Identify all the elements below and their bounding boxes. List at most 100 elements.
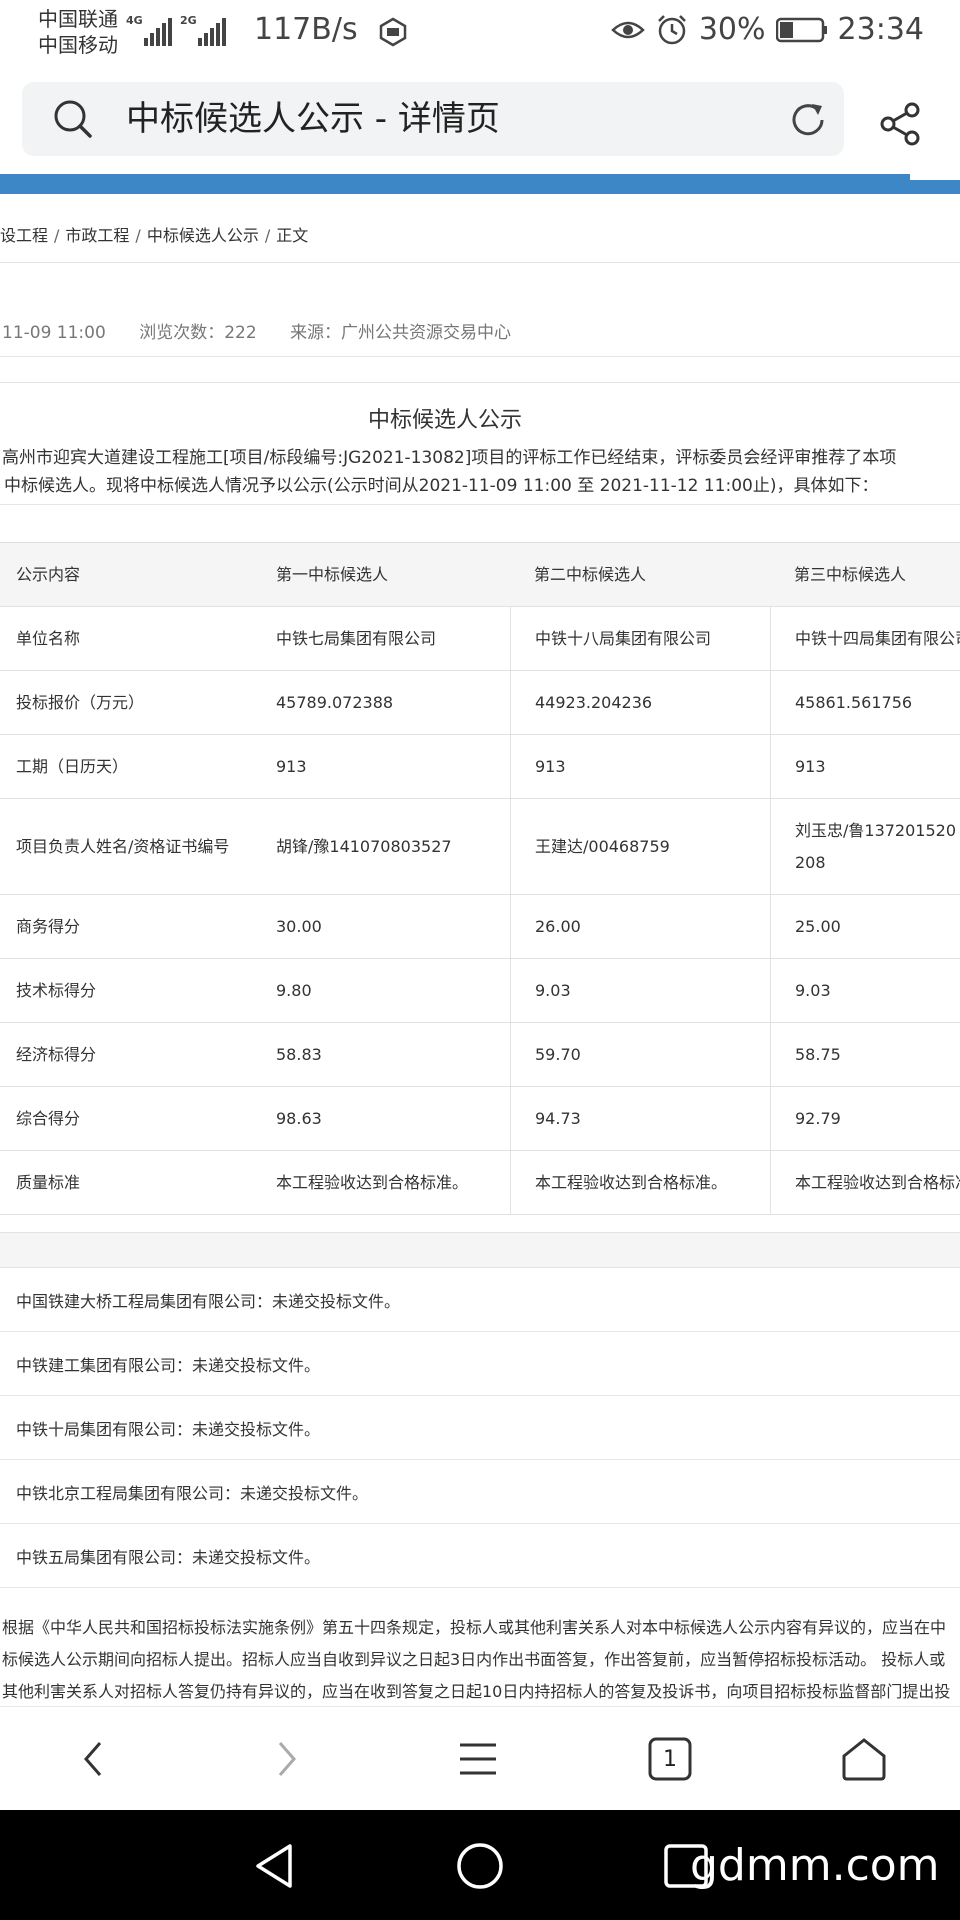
table-cell: 投标报价（万元） [16, 692, 145, 712]
page-title[interactable]: 中标候选人公示 - 详情页 [126, 98, 500, 140]
legal-line: 标候选人公示期间向招标人提出。招标人应当自收到异议之日起3日内作出书面答复，作出… [2, 1650, 946, 1669]
table-cell: 刘玉忠/鲁137201520208 [770, 799, 960, 894]
table-separator [0, 1232, 960, 1268]
table-cell: 913 [510, 735, 770, 798]
tabs-button[interactable]: 1 [640, 1729, 700, 1789]
legal-line: 根据《中华人民共和国招标投标法实施条例》第五十四条规定，投标人或其他利害关系人对… [2, 1618, 947, 1637]
table-header: 公示内容 第一中标候选人 第二中标候选人 第三中标候选人 [0, 543, 960, 607]
system-navigation-bar: gdmm.com [0, 1810, 960, 1920]
signal-icons: 4G 2G [126, 14, 226, 46]
alarm-icon [657, 14, 686, 44]
header-cell: 第三中标候选人 [794, 564, 907, 584]
chevron-right-icon [278, 1742, 296, 1776]
menu-icon [460, 1743, 496, 1775]
article-title: 中标候选人公示 [367, 408, 522, 433]
refresh-icon[interactable] [786, 98, 830, 142]
list-item: 中国铁建大桥工程局集团有限公司：未递交投标文件。 [0, 1268, 960, 1332]
candidate-table: 公示内容 第一中标候选人 第二中标候选人 第三中标候选人 单位名称 中铁七局集团… [0, 542, 960, 1215]
table-cell: 中铁十八局集团有限公司 [510, 607, 770, 670]
back-triangle-icon[interactable] [250, 1840, 302, 1892]
table-row: 综合得分 98.63 94.73 92.79 [0, 1087, 960, 1151]
search-icon[interactable] [52, 98, 94, 140]
breadcrumb-item[interactable]: 设工程 [0, 226, 48, 245]
table-cell: 单位名称 [16, 628, 81, 648]
breadcrumb-item[interactable]: 市政工程 [65, 226, 129, 245]
table-cell: 项目负责人姓名/资格证书编号 [16, 836, 230, 856]
table-cell: 中铁七局集团有限公司 [276, 628, 437, 648]
signal-2g-icon: 2G [180, 14, 226, 46]
table-row: 投标报价（万元） 45789.072388 44923.204236 45861… [0, 671, 960, 735]
carrier-1: 中国联通 [38, 7, 118, 31]
publish-date: 11-09 11:00 [2, 323, 106, 343]
home-circle-icon[interactable] [454, 1840, 506, 1892]
table-cell: 44923.204236 [510, 671, 770, 734]
browser-toolbar: 1 [0, 1706, 960, 1810]
table-cell: 9.03 [510, 959, 770, 1022]
table-cell: 59.70 [510, 1023, 770, 1086]
table-cell: 综合得分 [16, 1108, 81, 1128]
clock: 23:34 [837, 12, 924, 47]
legal-line: 其他利害关系人对招标人答复仍持有异议的，应当在收到答复之日起10日内持招标人的答… [2, 1682, 951, 1701]
table-row: 单位名称 中铁七局集团有限公司 中铁十八局集团有限公司 中铁十四局集团有限公司 [0, 607, 960, 671]
menu-button[interactable] [448, 1729, 508, 1789]
divider [0, 356, 960, 357]
signal-4g-icon: 4G [126, 14, 172, 46]
divider [0, 382, 960, 383]
table-row: 商务得分 30.00 26.00 25.00 [0, 895, 960, 959]
breadcrumb: 设工程 / 市政工程 / 中标候选人公示 / 正文 [0, 226, 309, 245]
net-type-1: 4G [126, 14, 143, 27]
table-cell: 技术标得分 [16, 980, 97, 1000]
table-cell: 本工程验收达到合格标准。 [276, 1172, 469, 1192]
legal-notice: 根据《中华人民共和国招标投标法实施条例》第五十四条规定，投标人或其他利害关系人对… [2, 1612, 952, 1706]
table-cell: 45789.072388 [276, 692, 394, 712]
intro-line: 高州市迎宾大道建设工程施工[项目/标段编号:JG2021-13082]项目的评标… [2, 448, 897, 468]
breadcrumb-item[interactable]: 中标候选人公示 [147, 226, 259, 245]
net-type-2: 2G [180, 14, 197, 27]
table-cell: 商务得分 [16, 916, 81, 936]
table-row: 质量标准 本工程验收达到合格标准。 本工程验收达到合格标准。 本工程验收达到合格… [0, 1151, 960, 1215]
table-cell: 913 [276, 756, 307, 776]
table-cell: 58.83 [276, 1044, 322, 1064]
list-item: 中铁十局集团有限公司：未递交投标文件。 [0, 1396, 960, 1460]
header-cell: 第一中标候选人 [276, 564, 389, 584]
table-cell: 30.00 [276, 916, 322, 936]
table-cell: 王建达/00468759 [510, 799, 770, 894]
list-item: 中铁北京工程局集团有限公司：未递交投标文件。 [0, 1460, 960, 1524]
back-button[interactable] [64, 1729, 124, 1789]
home-button[interactable] [834, 1729, 894, 1789]
table-cell: 本工程验收达到合格标准。 [770, 1151, 960, 1214]
breadcrumb-item: 正文 [276, 226, 309, 245]
network-speed: 117B/s [254, 12, 358, 47]
view-count: 浏览次数：222 [139, 323, 257, 343]
intro-line: 中标候选人。现将中标候选人情况予以公示(公示时间从2021-11-09 11:0… [4, 476, 879, 496]
tab-count: 1 [663, 1746, 677, 1772]
table-cell: 9.03 [770, 959, 960, 1022]
table-cell: 25.00 [770, 895, 960, 958]
home-icon [842, 1738, 886, 1781]
share-icon[interactable] [876, 100, 924, 148]
list-item: 中铁五局集团有限公司：未递交投标文件。 [0, 1524, 960, 1588]
divider [0, 504, 960, 505]
address-field[interactable]: 中标候选人公示 - 详情页 [22, 82, 844, 156]
list-item: 中铁建工集团有限公司：未递交投标文件。 [0, 1332, 960, 1396]
source: 来源：广州公共资源交易中心 [290, 323, 512, 343]
article-meta: 11-09 11:00 浏览次数：222 来源：广州公共资源交易中心 [2, 318, 539, 343]
table-cell: 质量标准 [16, 1172, 81, 1192]
table-row: 工期（日历天） 913 913 913 [0, 735, 960, 799]
table-row: 技术标得分 9.80 9.03 9.03 [0, 959, 960, 1023]
browser-address-bar: 中标候选人公示 - 详情页 [0, 64, 960, 174]
table-cell: 工期（日历天） [16, 756, 129, 776]
table-cell: 胡锋/豫141070803527 [276, 836, 452, 856]
header-cell: 公示内容 [16, 564, 81, 584]
table-row: 项目负责人姓名/资格证书编号 胡锋/豫141070803527 王建达/0046… [0, 799, 960, 895]
table-row: 经济标得分 58.83 59.70 58.75 [0, 1023, 960, 1087]
table-cell: 经济标得分 [16, 1044, 97, 1064]
eye-comfort-icon [611, 21, 645, 38]
table-cell: 9.80 [276, 980, 312, 1000]
forward-button[interactable] [256, 1729, 316, 1789]
carrier-2: 中国移动 [38, 33, 118, 57]
battery-icon [775, 17, 827, 42]
table-cell: 45861.561756 [770, 671, 960, 734]
table-cell: 913 [770, 735, 960, 798]
watermark: gdmm.com [690, 1840, 940, 1891]
